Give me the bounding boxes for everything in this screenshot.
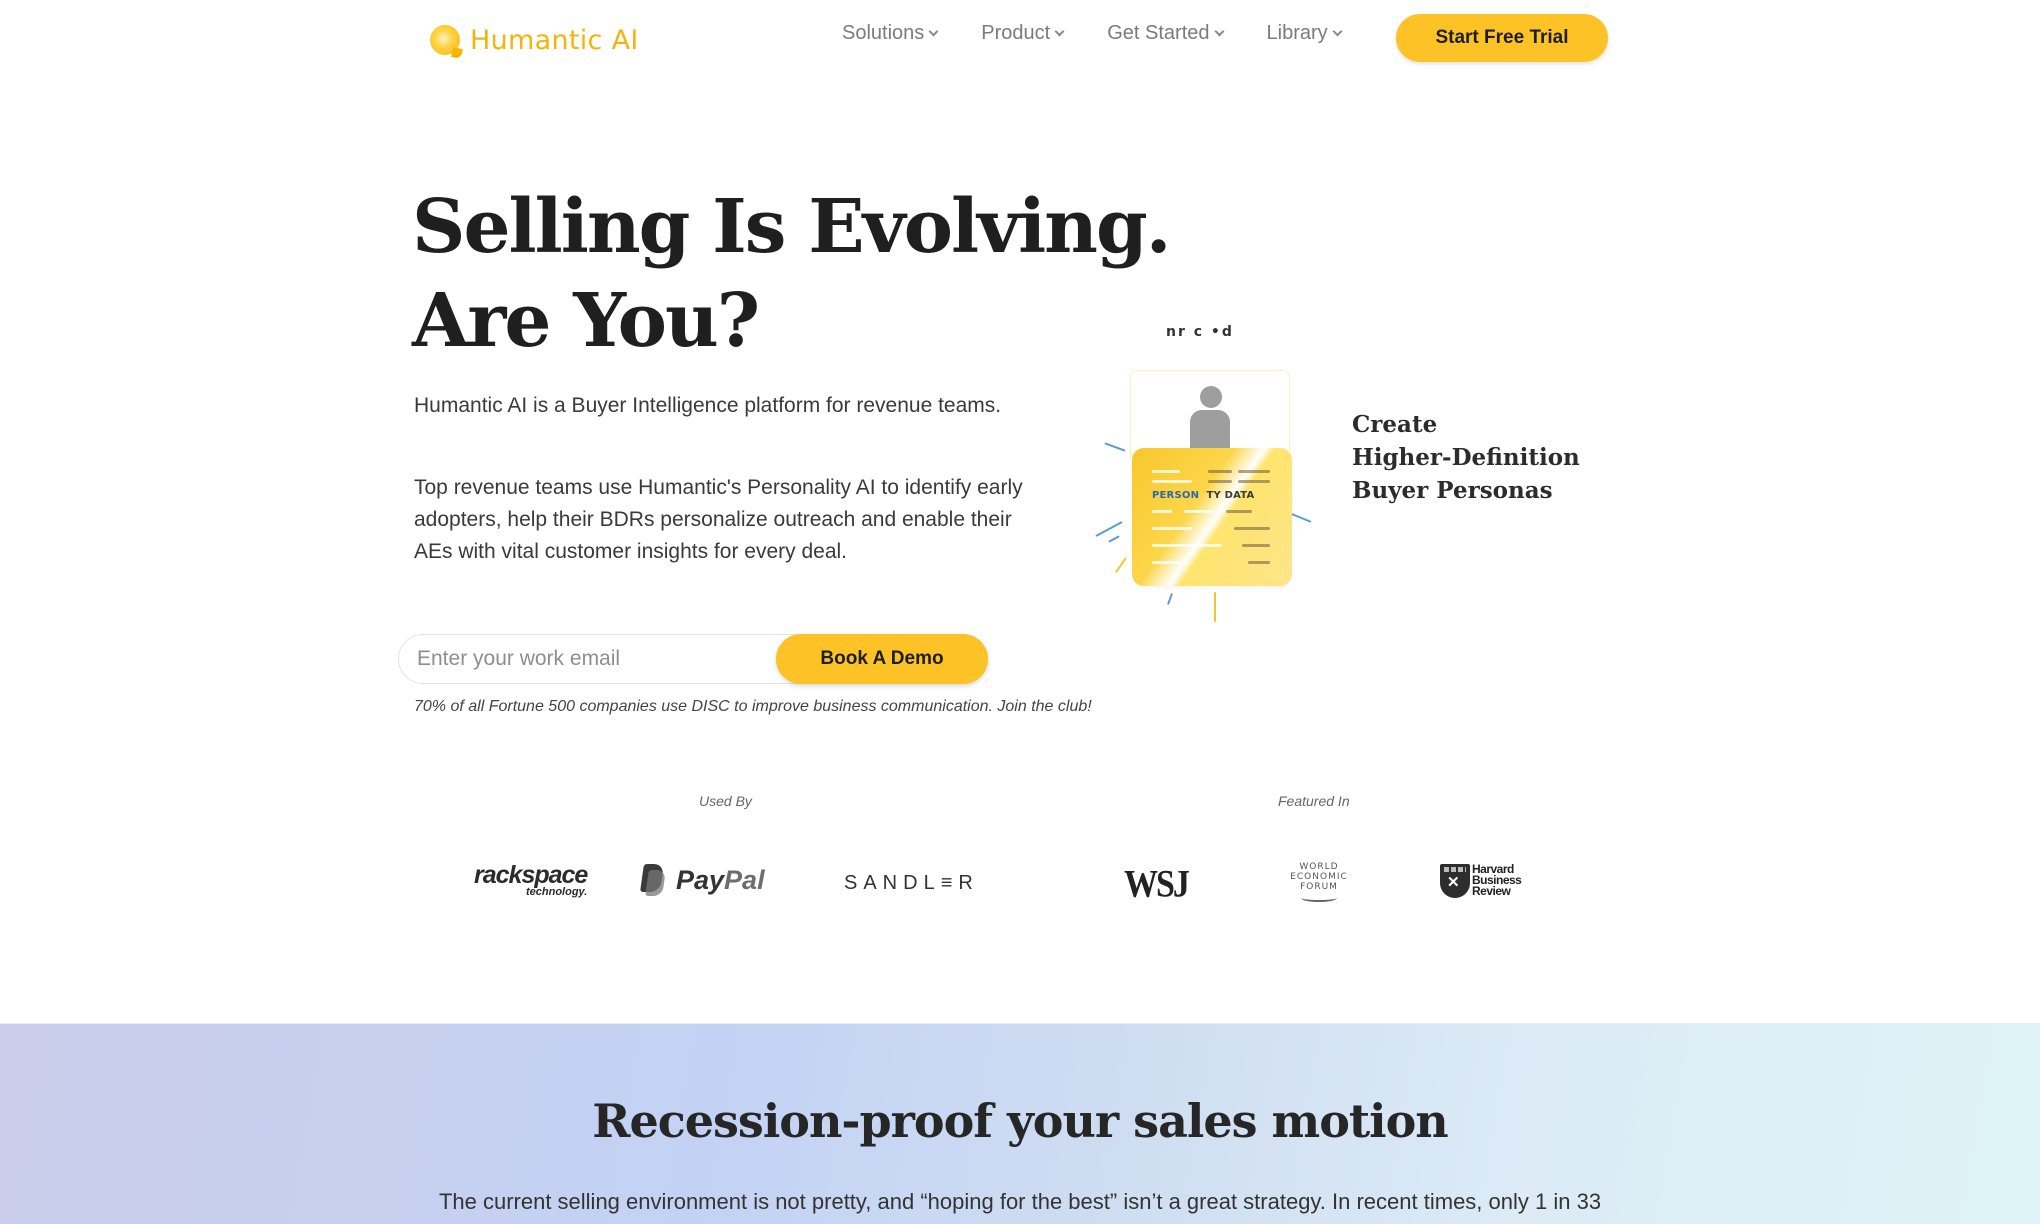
- harvard-business-review-logo: Harvard Business Review: [1440, 863, 1522, 898]
- used-by-label: Used By: [699, 793, 752, 809]
- sparkle-ray: [1214, 592, 1216, 622]
- card-line: [1152, 510, 1172, 513]
- personality-data-illustration: nr c •d PERSON TY DATA: [1095, 320, 1340, 622]
- card-line: [1184, 510, 1214, 513]
- card-label: PERSON TY DATA: [1152, 490, 1255, 501]
- card-line: [1152, 544, 1222, 547]
- card-line: [1208, 480, 1232, 483]
- card-line: [1226, 510, 1252, 513]
- card-label-dark: TY DATA: [1199, 490, 1255, 501]
- sparkle-ray: [1167, 593, 1173, 605]
- nav-item-label: Solutions: [842, 22, 925, 44]
- rackspace-logo: rackspace technology.: [474, 861, 588, 898]
- card-line: [1152, 470, 1180, 473]
- card-line: [1238, 480, 1270, 483]
- nav-item-label: Product: [981, 22, 1051, 44]
- sandler-logo: SANDL≡R: [844, 872, 979, 894]
- hbr-shield-icon: [1440, 864, 1470, 898]
- nav-item-library[interactable]: Library: [1266, 22, 1343, 45]
- chevron-down-icon: [1332, 26, 1343, 37]
- rackspace-wordmark: rackspace: [474, 861, 588, 889]
- card-label-blue: PERSON: [1152, 490, 1200, 501]
- fortune-500-note: 70% of all Fortune 500 companies use DIS…: [414, 698, 1092, 715]
- world-economic-forum-logo: WORLD ECONOMIC FORUM: [1284, 862, 1354, 902]
- paypal-wordmark: PayPal: [676, 865, 765, 896]
- humantic-logo-icon: [430, 25, 460, 55]
- card-line: [1152, 480, 1192, 483]
- card-line: [1242, 544, 1270, 547]
- hero-title-line-1: Selling Is Evolving.: [412, 184, 1171, 270]
- wef-line-3: FORUM: [1300, 882, 1338, 892]
- chevron-down-icon: [1214, 26, 1224, 37]
- work-email-input[interactable]: [417, 635, 777, 683]
- illustration-caption-garbled: nr c •d: [1166, 324, 1234, 340]
- hero-intro-paragraph: Humantic AI is a Buyer Intelligence plat…: [414, 394, 1002, 417]
- hero-title-line-2: Are You?: [412, 278, 760, 364]
- section-title: Recession-proof your sales motion: [592, 1094, 1449, 1148]
- featured-in-label: Featured In: [1278, 793, 1350, 809]
- sparkle-ray: [1104, 442, 1126, 452]
- nav-item-label: Library: [1266, 22, 1328, 44]
- wef-line-2: ECONOMIC: [1290, 872, 1348, 882]
- card-line: [1238, 470, 1270, 473]
- nav-menu: Solutions Product Get Started Library: [842, 22, 1343, 45]
- start-free-trial-button[interactable]: Start Free Trial: [1396, 14, 1608, 62]
- paypal-pay: Pay: [676, 864, 725, 895]
- paypal-icon: [640, 864, 666, 896]
- book-demo-button[interactable]: Book A Demo: [776, 634, 988, 684]
- nav-item-product[interactable]: Product: [981, 22, 1065, 45]
- wef-line-1: WORLD: [1299, 862, 1339, 872]
- person-head-icon: [1200, 386, 1222, 408]
- section-paragraph: The current selling environment is not p…: [438, 1189, 1602, 1214]
- wsj-logo: WSJ: [1124, 863, 1190, 906]
- card-line: [1248, 561, 1270, 564]
- card-line: [1152, 527, 1192, 530]
- feature-caption-line-1: Create: [1352, 411, 1438, 438]
- chevron-down-icon: [1054, 26, 1065, 37]
- feature-caption: Create Higher-Definition Buyer Personas: [1352, 408, 1580, 507]
- hbr-line-3: Review: [1472, 884, 1511, 898]
- card-line: [1208, 470, 1232, 473]
- nav-item-label: Get Started: [1107, 22, 1210, 44]
- sparkle-ray: [1108, 535, 1120, 543]
- card-line: [1152, 561, 1182, 564]
- personality-data-card: PERSON TY DATA: [1132, 448, 1292, 586]
- hbr-wordmark: Harvard Business Review: [1472, 863, 1522, 898]
- feature-caption-line-2: Higher-Definition: [1352, 444, 1580, 471]
- brand-name: Humantic AI: [470, 24, 639, 56]
- chevron-down-icon: [928, 26, 939, 37]
- brand-logo[interactable]: Humantic AI: [430, 20, 639, 60]
- top-navigation: Humantic AI Solutions Product Get Starte…: [0, 0, 2040, 80]
- card-line: [1234, 527, 1270, 530]
- sparkle-ray: [1115, 557, 1127, 573]
- wef-arc-icon: [1301, 894, 1337, 902]
- feature-caption-line-3: Buyer Personas: [1352, 477, 1553, 504]
- hero-description-paragraph: Top revenue teams use Humantic's Persona…: [414, 476, 1023, 563]
- paypal-logo: PayPal: [640, 864, 765, 896]
- paypal-pal: Pal: [724, 864, 765, 895]
- hero-title: Selling Is Evolving. Are You?: [412, 180, 1171, 368]
- nav-item-get-started[interactable]: Get Started: [1107, 22, 1224, 45]
- nav-item-solutions[interactable]: Solutions: [842, 22, 939, 45]
